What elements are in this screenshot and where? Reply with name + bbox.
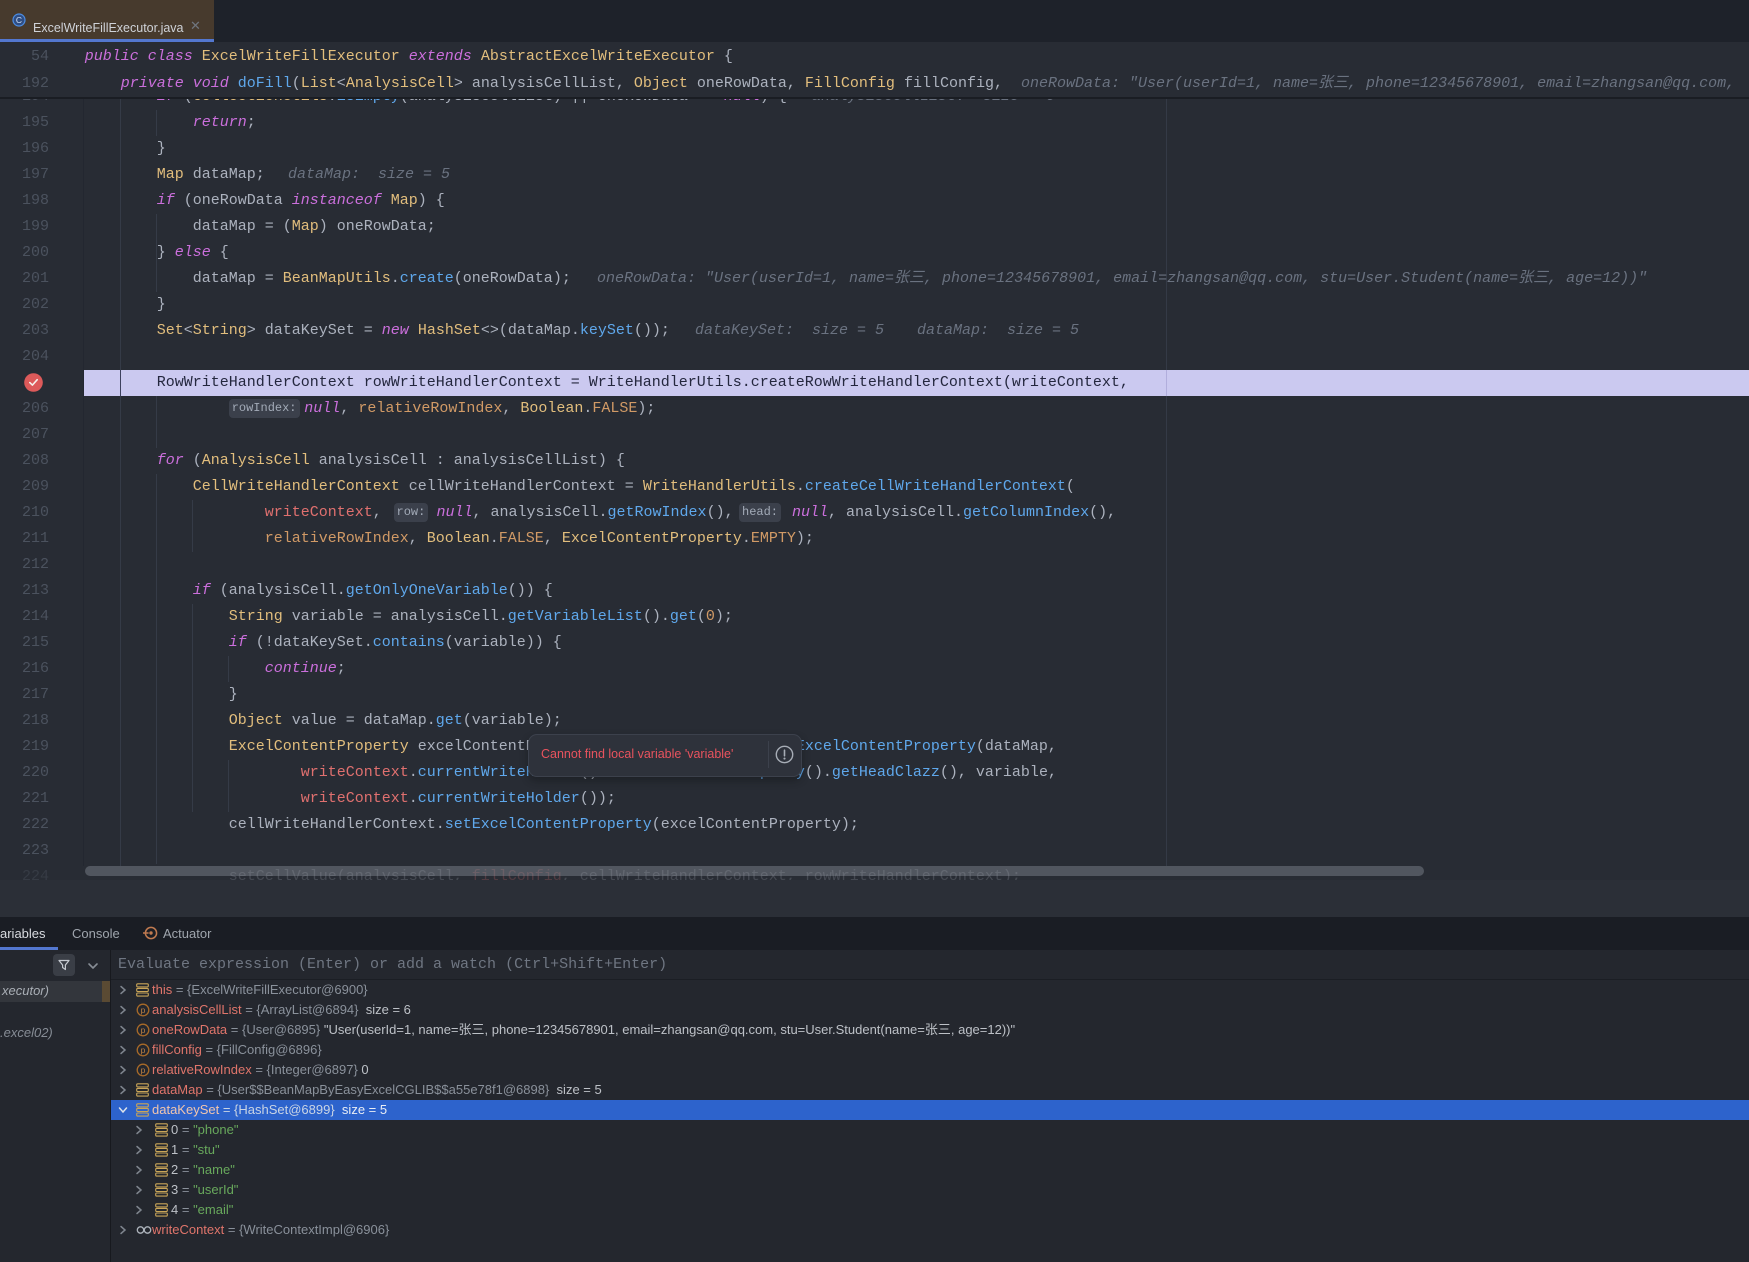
svg-text:p: p bbox=[141, 1065, 146, 1075]
svg-text:p: p bbox=[141, 1005, 146, 1015]
svg-text:p: p bbox=[141, 1025, 146, 1035]
svg-text:C: C bbox=[16, 15, 22, 25]
svg-text:p: p bbox=[141, 1045, 146, 1055]
